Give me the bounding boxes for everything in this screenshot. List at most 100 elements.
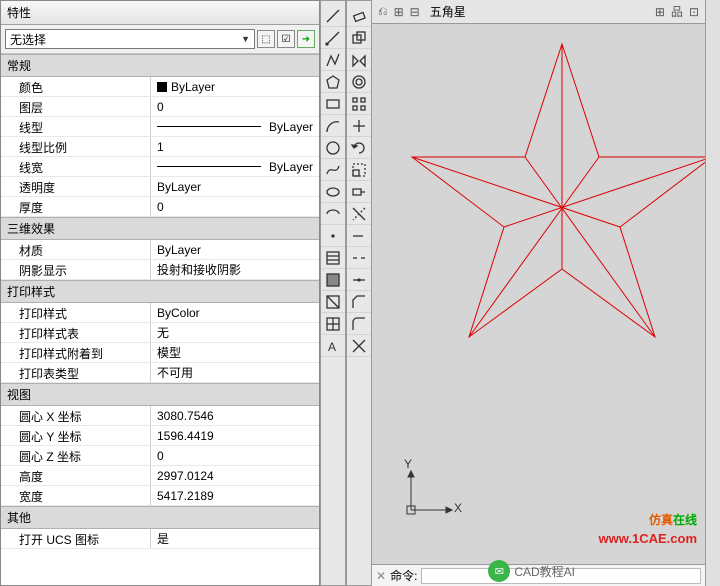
selection-dropdown[interactable]: 无选择 ▼	[5, 29, 255, 49]
property-value[interactable]: 3080.7546	[151, 406, 319, 425]
property-value[interactable]: 5417.2189	[151, 486, 319, 505]
property-value[interactable]: ByLayer	[151, 177, 319, 196]
property-label: 图层	[1, 97, 151, 116]
property-row[interactable]: 透明度ByLayer	[1, 177, 319, 197]
array-tool[interactable]	[347, 93, 371, 115]
property-row[interactable]: 线型比例1	[1, 137, 319, 157]
circle-tool[interactable]	[321, 137, 345, 159]
offset-tool[interactable]	[347, 71, 371, 93]
break-tool[interactable]	[347, 247, 371, 269]
properties-list: 常规颜色ByLayer图层0线型ByLayer线型比例1线宽ByLayer透明度…	[1, 54, 319, 585]
property-row[interactable]: 圆心 Y 坐标1596.4419	[1, 426, 319, 446]
property-value[interactable]: 1596.4419	[151, 426, 319, 445]
properties-panel: 特性 无选择 ▼ ⬚ ☑ ➜ 常规颜色ByLayer图层0线型ByLayer线型…	[0, 0, 320, 586]
group-header[interactable]: 常规	[1, 54, 319, 77]
polygon-tool[interactable]	[321, 71, 345, 93]
property-value[interactable]: 2997.0124	[151, 466, 319, 485]
ellipse-tool[interactable]	[321, 181, 345, 203]
arc-tool[interactable]	[321, 115, 345, 137]
go-button[interactable]: ➜	[297, 30, 315, 48]
property-value[interactable]: 1	[151, 137, 319, 156]
quick-select-button[interactable]: ☑	[277, 30, 295, 48]
property-row[interactable]: 打印样式表无	[1, 323, 319, 343]
toggle-pim-button[interactable]: ⬚	[257, 30, 275, 48]
scale-tool[interactable]	[347, 159, 371, 181]
property-value[interactable]: 0	[151, 97, 319, 116]
star-drawing	[402, 34, 705, 354]
property-row[interactable]: 材质ByLayer	[1, 240, 319, 260]
property-label: 打印样式	[1, 303, 151, 322]
group-header[interactable]: 打印样式	[1, 280, 319, 303]
stretch-tool[interactable]	[347, 181, 371, 203]
properties-title: 特性	[7, 4, 313, 21]
property-value[interactable]: ByLayer	[151, 77, 319, 96]
copy-tool[interactable]	[347, 27, 371, 49]
fillet-tool[interactable]	[347, 313, 371, 335]
tab-label[interactable]: 五角星	[430, 3, 466, 20]
command-close-icon[interactable]: ✕	[376, 569, 386, 583]
property-row[interactable]: 厚度0	[1, 197, 319, 217]
property-value[interactable]: 0	[151, 197, 319, 216]
property-label: 打开 UCS 图标	[1, 529, 151, 548]
text-tool[interactable]: A	[321, 335, 345, 357]
property-row[interactable]: 打印样式ByColor	[1, 303, 319, 323]
line-tool[interactable]	[321, 5, 345, 27]
viewport[interactable]: X Y	[372, 24, 705, 564]
property-row[interactable]: 圆心 Z 坐标0	[1, 446, 319, 466]
property-row[interactable]: 颜色ByLayer	[1, 77, 319, 97]
property-row[interactable]: 线型ByLayer	[1, 117, 319, 137]
ray-tool[interactable]	[321, 27, 345, 49]
group-header[interactable]: 三维效果	[1, 217, 319, 240]
table-tool[interactable]	[321, 313, 345, 335]
property-row[interactable]: 线宽ByLayer	[1, 157, 319, 177]
property-row[interactable]: 打印样式附着到模型	[1, 343, 319, 363]
property-label: 透明度	[1, 177, 151, 196]
tab-new-icon[interactable]: ⎌	[378, 4, 388, 19]
property-value[interactable]: 无	[151, 323, 319, 342]
region-tool[interactable]	[321, 291, 345, 313]
mirror-tool[interactable]	[347, 49, 371, 71]
property-row[interactable]: 宽度5417.2189	[1, 486, 319, 506]
join-tool[interactable]	[347, 269, 371, 291]
property-value[interactable]: 是	[151, 529, 319, 548]
group-header[interactable]: 视图	[1, 383, 319, 406]
property-value[interactable]: 模型	[151, 343, 319, 362]
point-tool[interactable]	[321, 225, 345, 247]
property-row[interactable]: 高度2997.0124	[1, 466, 319, 486]
property-row[interactable]: 圆心 X 坐标3080.7546	[1, 406, 319, 426]
hatch-tool[interactable]	[321, 247, 345, 269]
property-value[interactable]: 0	[151, 446, 319, 465]
properties-title-bar[interactable]: 特性	[1, 1, 319, 25]
property-value[interactable]: ByLayer	[151, 240, 319, 259]
extend-tool[interactable]	[347, 225, 371, 247]
tab-icon-b[interactable]: ⊟	[410, 5, 420, 19]
move-tool[interactable]	[347, 115, 371, 137]
property-value[interactable]: ByLayer	[151, 117, 319, 136]
gradient-tool[interactable]	[321, 269, 345, 291]
spline-tool[interactable]	[321, 159, 345, 181]
chamfer-tool[interactable]	[347, 291, 371, 313]
tab-right-icon-b[interactable]: 品	[671, 3, 683, 20]
vertical-scrollbar[interactable]	[705, 0, 720, 586]
property-value[interactable]: ByLayer	[151, 157, 319, 176]
tab-icon-a[interactable]: ⊞	[394, 5, 404, 19]
property-value[interactable]: 投射和接收阴影	[151, 260, 319, 279]
rotate-tool[interactable]	[347, 137, 371, 159]
tab-right-icon-a[interactable]: ⊞	[655, 5, 665, 19]
group-header[interactable]: 其他	[1, 506, 319, 529]
property-row[interactable]: 打开 UCS 图标是	[1, 529, 319, 549]
property-label: 厚度	[1, 197, 151, 216]
property-value[interactable]: ByColor	[151, 303, 319, 322]
property-row[interactable]: 阴影显示投射和接收阴影	[1, 260, 319, 280]
property-row[interactable]: 图层0	[1, 97, 319, 117]
ellipse-arc-tool[interactable]	[321, 203, 345, 225]
rectangle-tool[interactable]	[321, 93, 345, 115]
explode-tool[interactable]	[347, 335, 371, 357]
property-value[interactable]: 不可用	[151, 363, 319, 382]
erase-tool[interactable]	[347, 5, 371, 27]
polyline-tool[interactable]	[321, 49, 345, 71]
trim-tool[interactable]	[347, 203, 371, 225]
property-row[interactable]: 打印表类型不可用	[1, 363, 319, 383]
ucs-x-label: X	[454, 501, 462, 515]
tab-right-icon-c[interactable]: ⊡	[689, 5, 699, 19]
